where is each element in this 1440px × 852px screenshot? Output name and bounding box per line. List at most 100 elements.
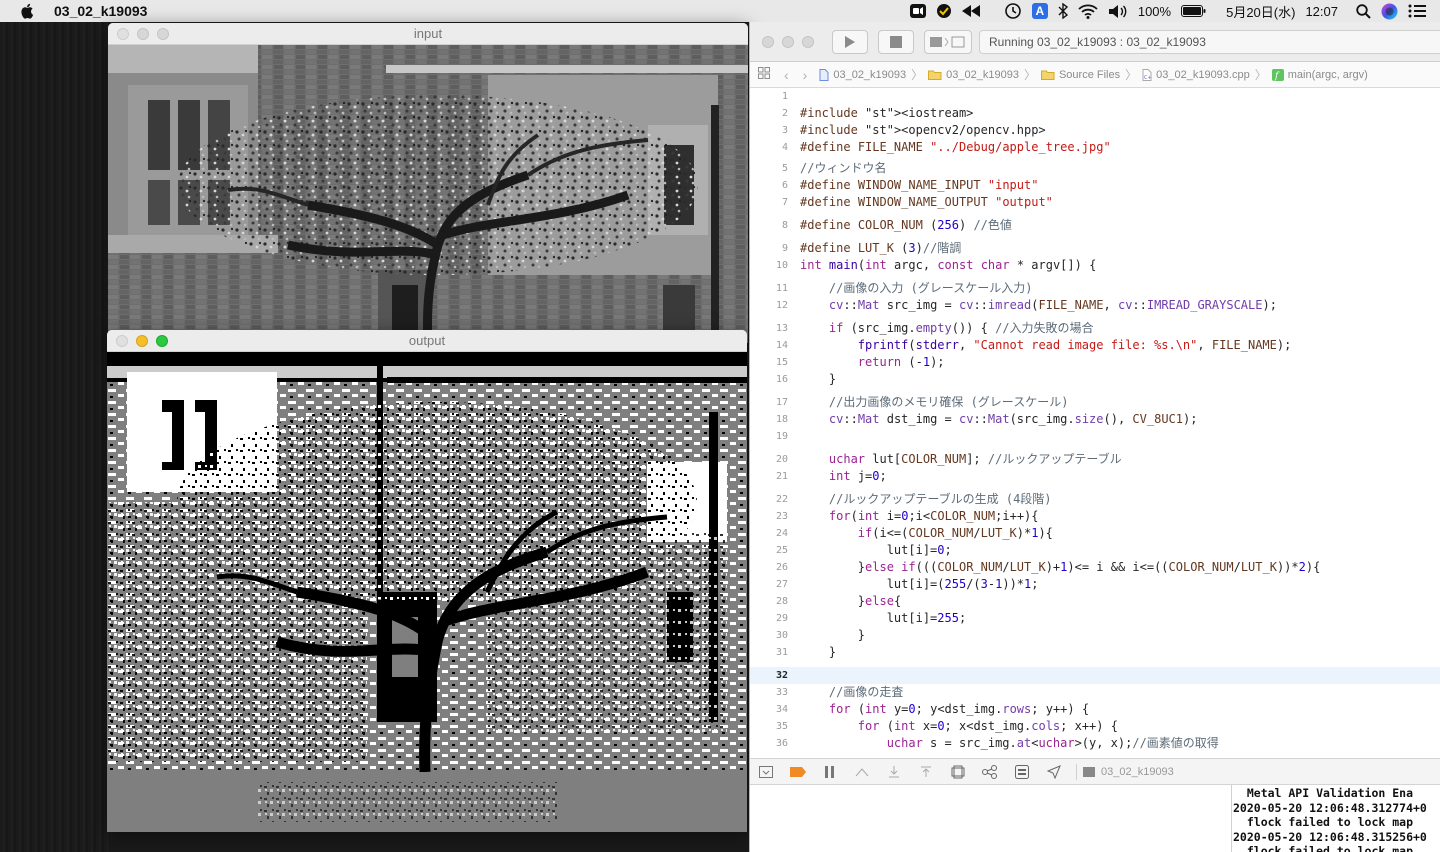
line-number[interactable]: 18 [750, 411, 788, 428]
code-line[interactable]: 6 #define WINDOW_NAME_INPUT "input" [750, 177, 1440, 194]
pause-icon[interactable] [814, 765, 846, 778]
step-into-icon[interactable] [878, 765, 910, 778]
code-line[interactable]: 17 //出力画像のメモリ確保 (グレースケール) [750, 394, 1440, 411]
view-hierarchy-icon[interactable] [942, 765, 974, 779]
apple-icon[interactable] [20, 3, 36, 19]
code-line[interactable]: 27 lut[i]=(255/(3-1))*1; [750, 576, 1440, 593]
code-line[interactable]: 5 //ウィンドウ名 [750, 160, 1440, 177]
line-number[interactable]: 13 [750, 320, 788, 337]
variables-view[interactable] [750, 785, 1232, 852]
line-number[interactable]: 10 [750, 257, 788, 274]
line-number[interactable]: 17 [750, 394, 788, 411]
line-number[interactable]: 20 [750, 451, 788, 468]
line-number[interactable]: 29 [750, 610, 788, 627]
line-number[interactable]: 6 [750, 177, 788, 194]
code-line[interactable]: 18 cv::Mat dst_img = cv::Mat(src_img.siz… [750, 411, 1440, 428]
code-editor[interactable]: 1 2 #include "st"><iostream> 3 #include "st"… [750, 88, 1440, 758]
line-number[interactable]: 22 [750, 491, 788, 508]
minimize-button[interactable] [136, 334, 148, 347]
app-name[interactable]: 03_02_k19093 [54, 3, 147, 19]
spotlight-icon[interactable] [1356, 0, 1371, 22]
line-number[interactable]: 30 [750, 627, 788, 644]
code-line[interactable]: 32 [750, 667, 1440, 684]
rewind-icon[interactable] [961, 0, 980, 22]
breakpoints-icon[interactable] [782, 766, 814, 777]
code-line[interactable]: 29 lut[i]=255; [750, 610, 1440, 627]
scheme-selector[interactable] [924, 29, 972, 54]
line-number[interactable]: 11 [750, 280, 788, 297]
volume-icon[interactable] [1108, 0, 1128, 22]
code-line[interactable]: 31 } [750, 644, 1440, 661]
line-number[interactable]: 26 [750, 559, 788, 576]
line-number[interactable]: 31 [750, 644, 788, 661]
step-out-icon[interactable] [910, 766, 942, 778]
memory-graph-icon[interactable] [974, 764, 1006, 779]
code-line[interactable]: 12 cv::Mat src_img = cv::imread(FILE_NAM… [750, 297, 1440, 314]
line-number[interactable]: 21 [750, 468, 788, 485]
xcode-window[interactable]: Running 03_02_k19093 : 03_02_k19093 ‹ › … [749, 22, 1440, 852]
line-number[interactable]: 32 [750, 667, 788, 684]
line-number[interactable]: 23 [750, 508, 788, 525]
code-line[interactable]: 20 uchar lut[COLOR_NUM]; //ルックアップテーブル [750, 451, 1440, 468]
line-number[interactable]: 35 [750, 718, 788, 735]
siri-icon[interactable] [1381, 0, 1398, 22]
line-number[interactable]: 15 [750, 354, 788, 371]
forward-icon[interactable]: › [803, 67, 808, 83]
code-line[interactable]: 16 } [750, 371, 1440, 388]
line-number[interactable]: 4 [750, 139, 788, 156]
code-line[interactable]: 10 int main(int argc, const char * argv[]… [750, 257, 1440, 274]
code-line[interactable]: 13 if (src_img.empty()) { //入力失敗の場合 [750, 320, 1440, 337]
code-line[interactable]: 15 return (-1); [750, 354, 1440, 371]
minimize-button[interactable] [782, 35, 794, 48]
breadcrumb-project[interactable]: 03_02_k19093 [819, 68, 906, 81]
input-window[interactable]: input [108, 23, 748, 343]
battery-icon[interactable] [1181, 0, 1206, 22]
close-button[interactable] [116, 334, 128, 347]
code-line[interactable]: 28 }else{ [750, 593, 1440, 610]
output-window[interactable]: output [107, 330, 747, 832]
control-center-icon[interactable] [1408, 0, 1426, 22]
code-line[interactable]: 4 #define FILE_NAME "../Debug/apple_tree.… [750, 139, 1440, 156]
code-line[interactable]: 24 if(i<=(COLOR_NUM/LUT_K)*1){ [750, 525, 1440, 542]
step-over-icon[interactable] [846, 766, 878, 778]
environment-overrides-icon[interactable] [1006, 764, 1038, 779]
stop-button[interactable] [878, 29, 914, 54]
input-window-titlebar[interactable]: input [108, 23, 748, 45]
bluetooth-icon[interactable] [1058, 0, 1068, 22]
zoom-button[interactable] [157, 27, 169, 40]
code-line[interactable]: 33 //画像の走査 [750, 684, 1440, 701]
back-icon[interactable]: ‹ [784, 67, 789, 83]
input-method-icon[interactable]: A [1031, 0, 1048, 22]
line-number[interactable]: 16 [750, 371, 788, 388]
line-number[interactable]: 5 [750, 160, 788, 177]
location-icon[interactable] [1038, 764, 1070, 779]
code-line[interactable]: 11 //画像の入力 (グレースケール入力) [750, 280, 1440, 297]
code-line[interactable]: 3 #include "st"><opencv2/opencv.hpp> [750, 122, 1440, 139]
debug-target[interactable]: 03_02_k19093 [1083, 766, 1174, 778]
close-button[interactable] [117, 27, 129, 40]
code-line[interactable]: 8 #define COLOR_NUM (256) //色値 [750, 217, 1440, 234]
line-number[interactable]: 14 [750, 337, 788, 354]
code-line[interactable]: 35 for (int x=0; x<dst_img.cols; x++) { [750, 718, 1440, 735]
code-line[interactable]: 7 #define WINDOW_NAME_OUTPUT "output" [750, 194, 1440, 211]
line-number[interactable]: 36 [750, 735, 788, 752]
run-button[interactable] [832, 29, 868, 54]
code-line[interactable]: 36 uchar s = src_img.at<uchar>(y, x);//画… [750, 735, 1440, 752]
breadcrumb-source-files[interactable]: Source Files [1040, 69, 1120, 81]
zoom-button[interactable] [156, 334, 168, 347]
related-items-icon[interactable] [758, 67, 770, 82]
norton-icon[interactable] [936, 0, 952, 22]
line-number[interactable]: 3 [750, 122, 788, 139]
code-line[interactable]: 2 #include "st"><iostream> [750, 105, 1440, 122]
code-line[interactable]: 9 #define LUT_K (3)//階調 [750, 240, 1440, 257]
date-label[interactable]: 5月20日(水) [1226, 2, 1295, 21]
code-line[interactable]: 26 }else if(((COLOR_NUM/LUT_K)+1)<= i &&… [750, 559, 1440, 576]
code-line[interactable]: 21 int j=0; [750, 468, 1440, 485]
code-line[interactable]: 34 for (int y=0; y<dst_img.rows; y++) { [750, 701, 1440, 718]
line-number[interactable]: 2 [750, 105, 788, 122]
code-line[interactable]: 23 for(int i=0;i<COLOR_NUM;i++){ [750, 508, 1440, 525]
line-number[interactable]: 24 [750, 525, 788, 542]
close-button[interactable] [762, 35, 774, 48]
wifi-icon[interactable] [1078, 0, 1098, 22]
line-number[interactable]: 27 [750, 576, 788, 593]
